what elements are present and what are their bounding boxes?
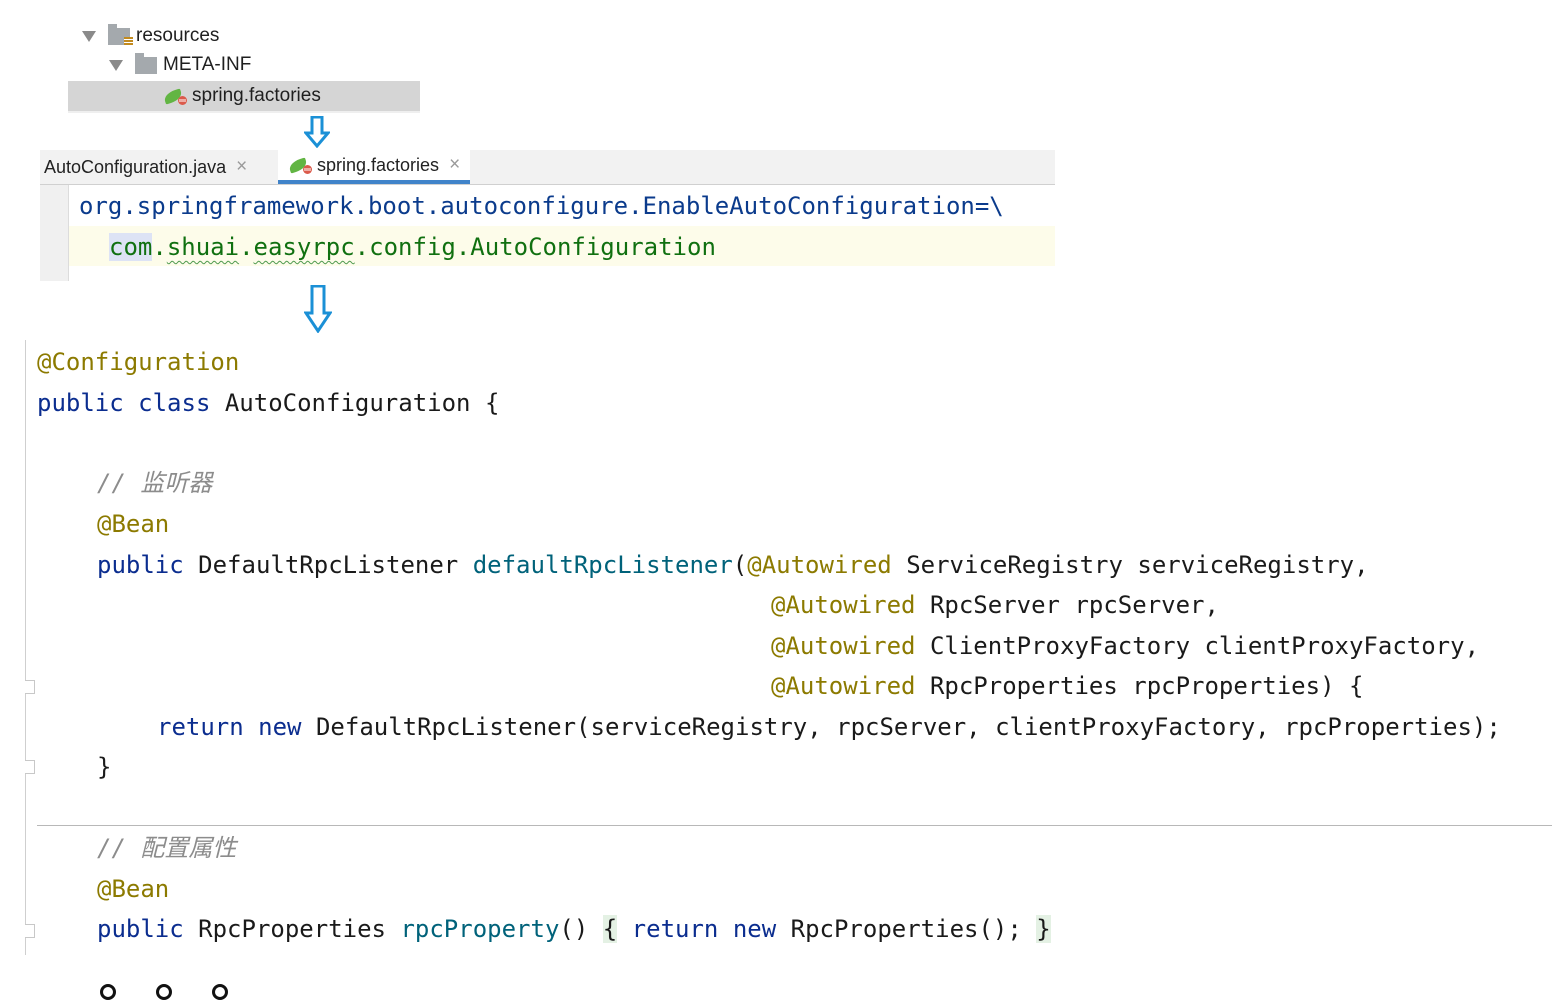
annotation: @Bean — [97, 510, 170, 538]
code-line: @Autowired ClientProxyFactory clientProx… — [771, 626, 1479, 666]
comment: // 配置属性 — [97, 834, 237, 862]
spring-leaf-icon — [162, 87, 187, 105]
class-name: AutoConfiguration — [224, 389, 471, 417]
property-value-segment: easyrpc — [253, 233, 355, 261]
code-line: @Bean — [97, 869, 169, 909]
down-arrow-icon — [304, 116, 330, 148]
tree-item-label: resources — [136, 25, 220, 46]
statement: DefaultRpcListener(serviceRegistry, rpcS… — [301, 713, 1501, 741]
keyword: public — [97, 551, 184, 579]
code-line: @Autowired RpcProperties rpcProperties) … — [771, 666, 1363, 706]
spring-leaf-icon — [287, 156, 312, 174]
keyword: new — [258, 713, 302, 741]
code-line: public RpcProperties rpcProperty() { ret… — [97, 909, 1051, 949]
method-name: rpcProperty — [400, 915, 560, 943]
comment: // 监听器 — [97, 469, 213, 497]
punctuation: } — [97, 753, 112, 781]
tree-item-label: META-INF — [163, 54, 252, 75]
punctuation: { — [470, 389, 500, 417]
tree-item-meta-inf[interactable]: META-INF — [109, 51, 251, 79]
fold-marker-icon[interactable] — [25, 760, 35, 774]
parameter: ServiceRegistry serviceRegistry, — [891, 551, 1369, 579]
annotation: @Autowired — [771, 591, 916, 619]
annotation: @Autowired — [771, 632, 916, 660]
code-line: @Autowired RpcServer rpcServer, — [771, 585, 1219, 625]
tab-label: AutoConfiguration.java — [44, 156, 227, 177]
editor-gutter — [40, 185, 69, 281]
annotation: @Autowired — [747, 551, 892, 579]
resources-folder-icon — [108, 23, 133, 46]
tab-spring-factories[interactable]: spring.factories × — [278, 150, 471, 184]
property-key: org.springframework.boot.autoconfigure.E… — [79, 192, 975, 220]
property-operator: =\ — [974, 192, 1004, 220]
tab-autoconfiguration-java[interactable]: AutoConfiguration.java × — [44, 150, 247, 184]
property-value-segment: . — [152, 233, 167, 261]
code-line: @Configuration — [37, 342, 239, 382]
code-line: org.springframework.boot.autoconfigure.E… — [79, 186, 1004, 227]
code-line: return new DefaultRpcListener(serviceReg… — [157, 707, 1501, 747]
punctuation: ( — [732, 551, 748, 579]
annotation: @Bean — [97, 875, 170, 903]
code-line: } — [97, 747, 111, 787]
keyword: class — [138, 389, 211, 417]
close-icon[interactable]: × — [236, 156, 247, 178]
type-name: DefaultRpcListener — [198, 551, 459, 579]
property-value-segment: .config.AutoConfiguration — [354, 233, 716, 261]
annotation: @Autowired — [771, 672, 916, 700]
folded-brace[interactable]: } — [1036, 915, 1051, 943]
close-icon[interactable]: × — [449, 154, 460, 176]
keyword: public — [97, 915, 184, 943]
parameter: ClientProxyFactory clientProxyFactory, — [915, 632, 1480, 660]
expand-arrow-icon[interactable] — [109, 59, 123, 71]
fold-marker-icon[interactable] — [25, 924, 35, 938]
keyword: return — [157, 713, 244, 741]
code-line: // 监听器 — [97, 463, 212, 503]
parameter: RpcServer rpcServer, — [915, 591, 1219, 619]
down-arrow-icon — [304, 285, 332, 333]
folder-icon — [135, 52, 157, 74]
ellipsis-dot-icon — [212, 984, 228, 1000]
code-line: @Bean — [97, 504, 169, 544]
keyword: return — [631, 915, 719, 943]
tree-item-resources[interactable]: resources — [82, 22, 219, 50]
fold-marker-icon[interactable] — [25, 680, 35, 694]
tree-item-spring-factories[interactable]: spring.factories — [162, 82, 321, 110]
parameter: RpcProperties rpcProperties) { — [915, 672, 1364, 700]
spring-factories-editor[interactable]: org.springframework.boot.autoconfigure.E… — [40, 185, 1055, 281]
expand-arrow-icon[interactable] — [82, 30, 96, 42]
ellipsis-dot-icon — [156, 984, 172, 1000]
code-line: public DefaultRpcListener defaultRpcList… — [97, 545, 1369, 585]
annotation: @Configuration — [37, 348, 240, 376]
type-name: RpcProperties — [198, 915, 386, 943]
editor-left-border — [25, 340, 26, 955]
keyword: new — [732, 915, 777, 943]
editor-tab-bar: AutoConfiguration.java × spring.factorie… — [40, 150, 1055, 185]
tab-label: spring.factories — [317, 154, 440, 175]
property-value-segment: . — [239, 233, 254, 261]
method-name: defaultRpcListener — [472, 551, 733, 579]
code-line: // 配置属性 — [97, 828, 236, 868]
method-separator — [37, 825, 1552, 826]
ellipsis-dot-icon — [100, 984, 116, 1000]
folded-brace[interactable]: { — [602, 915, 618, 943]
keyword: public — [37, 389, 124, 417]
code-line: com.shuai.easyrpc.config.AutoConfigurati… — [109, 227, 716, 268]
property-value-segment: com — [109, 233, 153, 261]
punctuation: () — [559, 915, 589, 943]
property-value-segment: shuai — [166, 233, 240, 261]
tree-item-label: spring.factories — [192, 85, 321, 106]
code-line: public class AutoConfiguration { — [37, 383, 499, 423]
statement: RpcProperties(); — [776, 915, 1022, 943]
